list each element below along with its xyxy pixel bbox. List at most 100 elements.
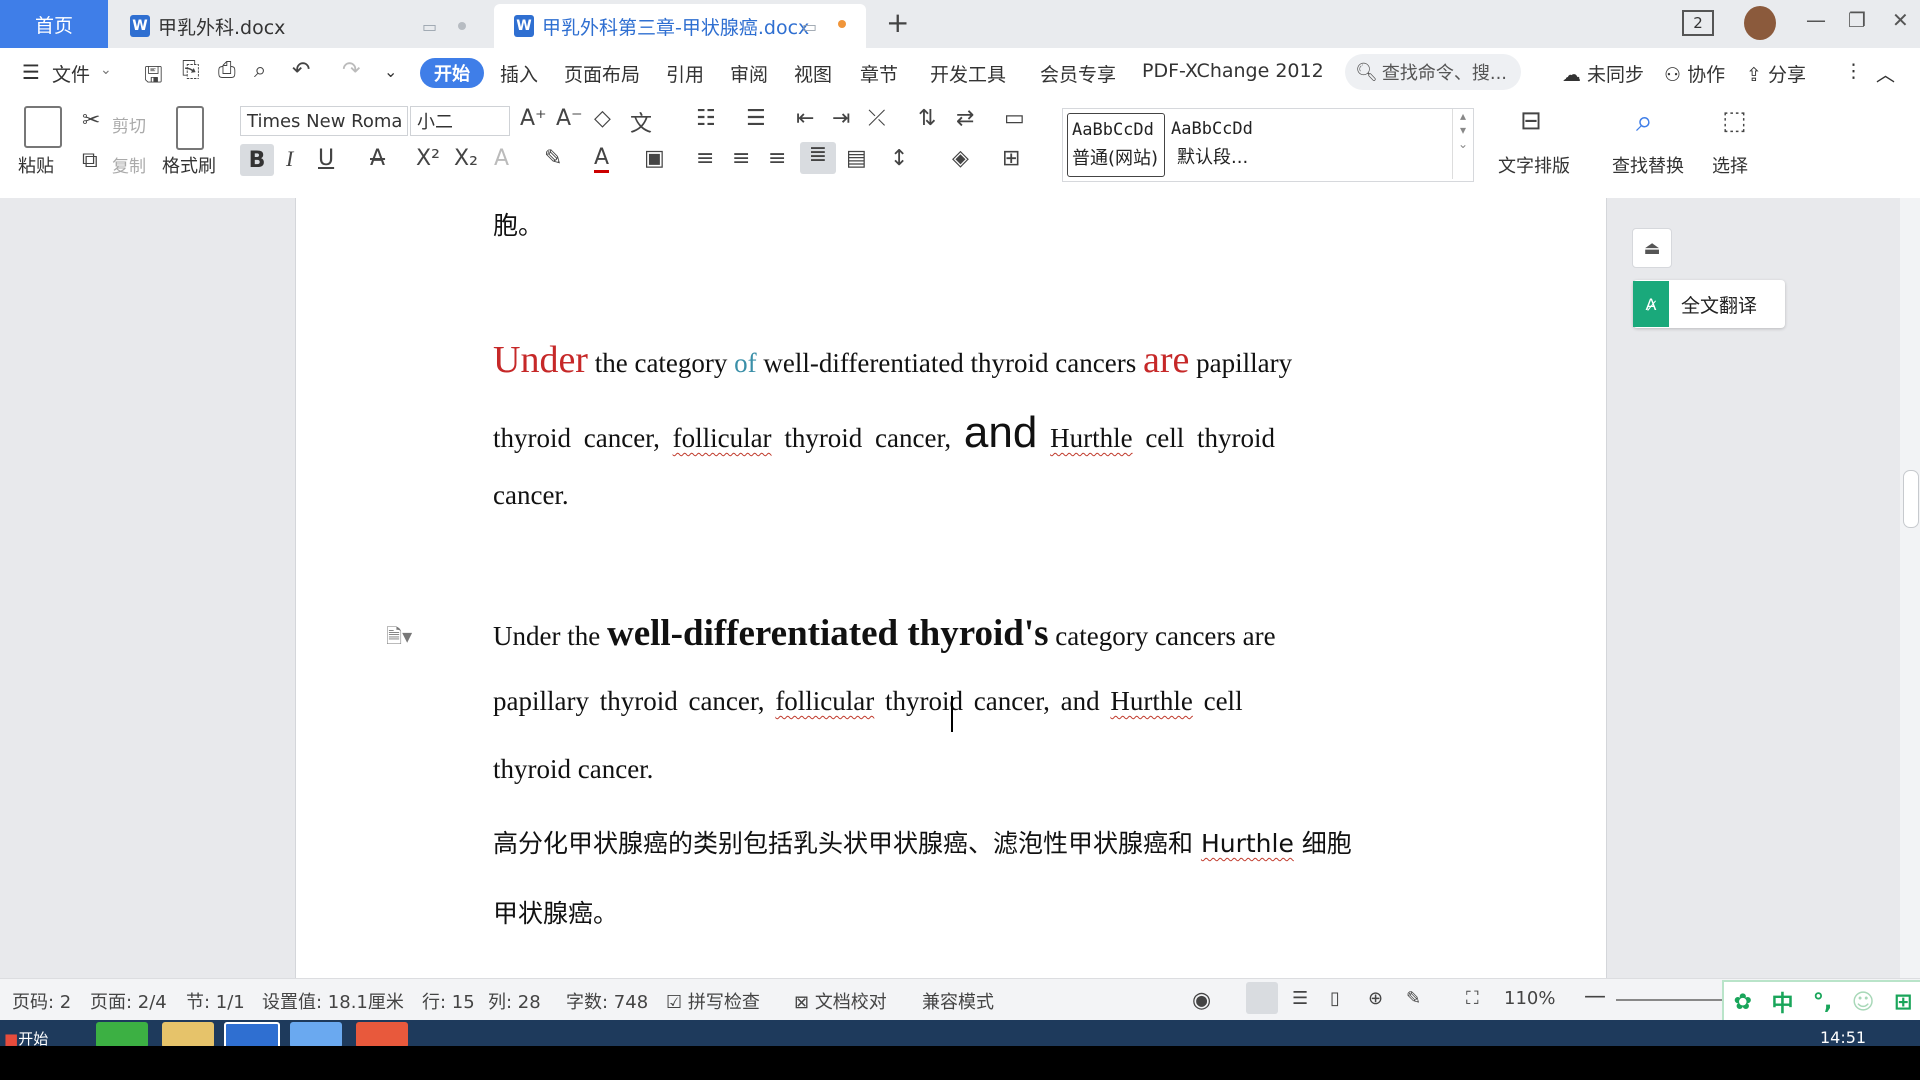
scissors-icon[interactable]: ✂ (82, 108, 100, 133)
window-count-badge[interactable]: 2 (1682, 10, 1714, 36)
menu-pdf-xchange[interactable]: PDF-XChange 2012 (1142, 60, 1324, 82)
status-row[interactable]: 行: 15 (422, 988, 475, 1014)
highlight-icon[interactable]: ✎ (544, 146, 562, 171)
numbered-list-icon[interactable]: ☰ (746, 106, 766, 131)
menu-member[interactable]: 会员专享 (1040, 60, 1116, 87)
menu-references[interactable]: 引用 (666, 60, 704, 87)
doc-proof-button[interactable]: ⊠ 文档校对 (794, 988, 887, 1014)
text-effect-icon[interactable]: A (494, 146, 509, 171)
clear-format-icon[interactable]: ◇ (594, 106, 611, 131)
align-left-icon[interactable]: ≡ (696, 146, 714, 171)
justify-icon[interactable]: ≣ (800, 142, 836, 174)
menu-file[interactable]: 文件 (52, 60, 90, 87)
export-icon[interactable]: ⎘ (182, 58, 200, 83)
chevron-down-icon[interactable]: ⌄ (100, 62, 112, 78)
more-icon[interactable]: ⋮ (1844, 60, 1863, 82)
minimize-icon[interactable]: — (1806, 8, 1826, 32)
paste-icon[interactable] (24, 106, 62, 148)
avatar[interactable] (1744, 6, 1776, 40)
increase-indent-icon[interactable]: ⇥ (832, 106, 850, 131)
select-cursor-icon[interactable]: ⬚ (1722, 106, 1747, 136)
restore-icon[interactable]: ❐ (1848, 8, 1866, 32)
reading-view-icon[interactable]: ▯ (1330, 988, 1340, 1009)
spell-check-button[interactable]: ☑ 拼写检查 (666, 988, 760, 1014)
brush-icon[interactable] (176, 106, 204, 150)
tab-document-2[interactable]: W 甲乳外科第三章-甲状腺癌.docx ▭ (494, 4, 866, 48)
style-scroll[interactable]: ▴ ▾ ⌄ (1452, 109, 1473, 179)
italic-button[interactable]: I (286, 146, 293, 172)
print-icon[interactable]: ⎙ (218, 58, 236, 83)
full-translate-button[interactable]: A̷ 全文翻译 (1633, 280, 1785, 328)
sync-status[interactable]: ☁ 未同步 (1562, 60, 1644, 87)
menu-home[interactable]: 开始 (420, 58, 484, 88)
taskbar-explorer[interactable] (162, 1022, 214, 1048)
text-layout-icon[interactable]: ⊟ (1520, 106, 1542, 136)
paste-button[interactable]: 粘贴 (18, 152, 54, 178)
status-setting[interactable]: 设置值: 18.1厘米 (262, 988, 404, 1014)
ruler-icon[interactable]: ▭ (1004, 106, 1025, 131)
font-name-select[interactable]: Times New Roma (240, 106, 408, 136)
page-view-icon[interactable] (1246, 982, 1278, 1014)
shading-icon[interactable]: ◈ (952, 146, 969, 171)
align-center-icon[interactable]: ≡ (732, 146, 750, 171)
style-normal-web[interactable]: AaBbCcDd 普通(网站) (1067, 113, 1165, 177)
decrease-indent-icon[interactable]: ⇤ (796, 106, 814, 131)
superscript-button[interactable]: X² (416, 146, 440, 171)
copy-icon[interactable]: ⧉ (82, 148, 98, 173)
write-view-icon[interactable]: ✎ (1406, 988, 1421, 1009)
unsaved-dot-icon[interactable] (838, 20, 846, 28)
menu-review[interactable]: 审阅 (730, 60, 768, 87)
copy-button[interactable]: 复制 (112, 152, 146, 177)
menu-chapter[interactable]: 章节 (860, 60, 898, 87)
underline-button[interactable]: U (318, 146, 334, 171)
zoom-slider[interactable] (1616, 999, 1726, 1001)
zoom-out-icon[interactable]: — (1584, 984, 1606, 1009)
status-pages[interactable]: 页面: 2/4 (90, 988, 167, 1014)
ime-toolbar[interactable]: ✿ 中 °, ☺ ⊞ (1722, 980, 1920, 1024)
cut-button[interactable]: 剪切 (112, 112, 146, 137)
new-tab-button[interactable]: + (886, 6, 909, 39)
document-page[interactable] (295, 198, 1607, 978)
chinese-layout-icon[interactable]: ⤫ (868, 106, 886, 131)
monitor-icon[interactable]: ▭ (802, 17, 817, 36)
font-size-select[interactable]: 小二 (410, 106, 510, 136)
bold-button[interactable]: B (240, 144, 274, 176)
search-icon[interactable]: ⌕ (1636, 104, 1653, 139)
format-painter-button[interactable]: 格式刷 (162, 152, 216, 178)
tab-document-1[interactable]: W 甲乳外科.docx ▭ (110, 4, 490, 48)
phonetic-icon[interactable]: 文 (630, 106, 652, 138)
collapse-panel-icon[interactable]: ⏏ (1632, 228, 1672, 268)
command-search[interactable]: 🔍︎ 查找命令、搜... (1345, 54, 1521, 90)
vertical-scrollbar[interactable] (1900, 198, 1920, 978)
style-default-paragraph[interactable]: AaBbCcDd 默认段... (1167, 113, 1263, 175)
monitor-icon[interactable]: ▭ (422, 17, 437, 36)
outline-view-icon[interactable]: ☰ (1292, 988, 1308, 1009)
line-spacing-icon[interactable]: ↕ (890, 146, 908, 171)
status-col[interactable]: 列: 28 (488, 988, 541, 1014)
menu-developer[interactable]: 开发工具 (930, 60, 1006, 87)
close-icon[interactable]: ✕ (1892, 8, 1909, 32)
taskbar-app-1[interactable] (96, 1022, 148, 1048)
strikethrough-button[interactable]: A (370, 146, 385, 171)
print-preview-icon[interactable]: ⌕ (254, 58, 266, 83)
font-color-icon[interactable]: A (594, 146, 610, 173)
select-button[interactable]: 选择 (1712, 152, 1748, 178)
sort-icon[interactable]: ⇅ (918, 106, 936, 131)
grow-font-icon[interactable]: A⁺ (520, 106, 547, 131)
collapse-ribbon-icon[interactable]: ︿ (1876, 60, 1895, 87)
hamburger-icon[interactable]: ☰ (22, 60, 40, 84)
eye-protect-icon[interactable]: ◉ (1192, 988, 1211, 1013)
scrollbar-thumb[interactable] (1903, 470, 1919, 528)
text-direction-icon[interactable]: ⇄ (956, 106, 974, 131)
subscript-button[interactable]: X₂ (454, 146, 478, 171)
taskbar-app-5[interactable] (356, 1022, 408, 1048)
align-right-icon[interactable]: ≡ (768, 146, 786, 171)
status-section[interactable]: 节: 1/1 (186, 988, 245, 1014)
close-dot-icon[interactable] (458, 22, 466, 30)
zoom-level[interactable]: 110% (1504, 988, 1555, 1009)
menu-page-layout[interactable]: 页面布局 (564, 60, 640, 87)
paragraph-marker-icon[interactable]: 🗎︎▾ (386, 622, 412, 656)
taskbar-app-4[interactable] (290, 1022, 342, 1048)
char-border-icon[interactable]: ▣ (644, 146, 665, 171)
borders-icon[interactable]: ⊞ (1002, 146, 1020, 171)
